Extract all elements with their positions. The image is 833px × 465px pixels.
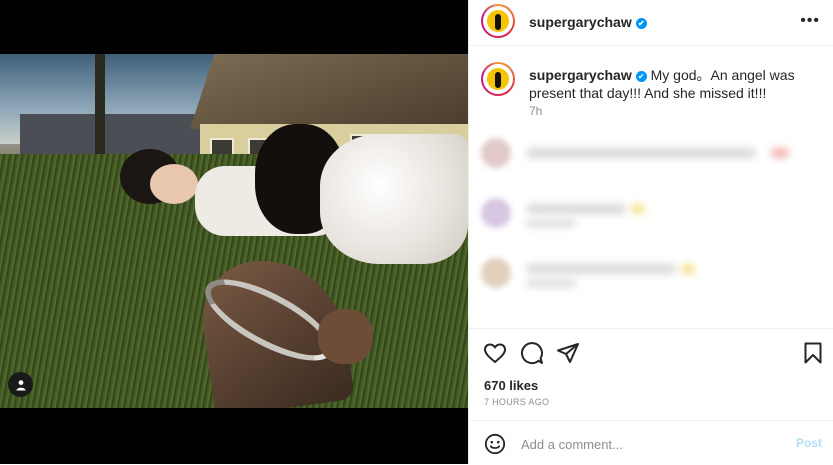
share-icon[interactable] (556, 341, 580, 365)
emoji-icon[interactable] (484, 433, 506, 455)
photo-roof (190, 54, 468, 129)
comment-input[interactable] (519, 431, 783, 457)
blurred-emoji (681, 264, 695, 274)
user-tag-icon[interactable] (8, 372, 33, 397)
comment-icon[interactable] (520, 341, 544, 365)
post-photo[interactable] (0, 54, 468, 408)
heart-icon[interactable] (483, 341, 507, 365)
post-media[interactable] (0, 0, 468, 464)
avatar-inner (483, 64, 513, 94)
comment-box: Post (469, 420, 833, 465)
header-username[interactable]: supergarychaw ✔ (529, 14, 647, 30)
photo-face (150, 164, 198, 204)
blurred-meta (526, 280, 576, 287)
avatar-image (487, 68, 509, 90)
verified-icon: ✔ (635, 71, 647, 82)
blurred-text (526, 148, 756, 158)
caption-username[interactable]: supergarychaw (529, 67, 632, 83)
avatar-inner (483, 6, 513, 36)
blurred-avatar (481, 258, 511, 288)
photo-hand (318, 309, 373, 364)
posted-time[interactable]: 7 HOURS AGO (484, 397, 549, 407)
blurred-text (526, 204, 626, 214)
likes-count[interactable]: 670 likes (484, 378, 538, 393)
blurred-meta (526, 220, 576, 227)
blurred-avatar (481, 198, 511, 228)
caption-time[interactable]: 7h (529, 104, 542, 118)
bookmark-icon[interactable] (801, 341, 825, 365)
verified-icon: ✔ (635, 18, 647, 29)
post-header: supergarychaw ✔ ••• (469, 0, 833, 46)
photo-dress (320, 134, 468, 264)
action-bar (469, 328, 833, 373)
post-button[interactable]: Post (796, 436, 822, 450)
photo-tree (95, 54, 105, 164)
blurred-comment (481, 138, 826, 168)
user-tag-glyph (16, 379, 25, 390)
post-side-panel: supergarychaw ✔ ••• supergarychaw ✔ My god… (468, 0, 833, 464)
more-icon[interactable]: ••• (800, 12, 820, 30)
username-text[interactable]: supergarychaw (529, 14, 632, 30)
blurred-comment (481, 258, 826, 288)
blurred-emoji (771, 148, 789, 158)
blurred-emoji (631, 204, 645, 214)
post-caption: supergarychaw ✔ My god。An angel was prese… (469, 52, 833, 132)
blurred-comment (481, 198, 826, 228)
comments-list-blurred (469, 130, 833, 325)
caption-avatar[interactable] (481, 62, 515, 96)
caption-text: supergarychaw ✔ My god。An angel was prese… (529, 66, 814, 102)
avatar[interactable] (481, 4, 515, 38)
blurred-text (526, 264, 676, 274)
blurred-avatar (481, 138, 511, 168)
avatar-image (487, 10, 509, 32)
